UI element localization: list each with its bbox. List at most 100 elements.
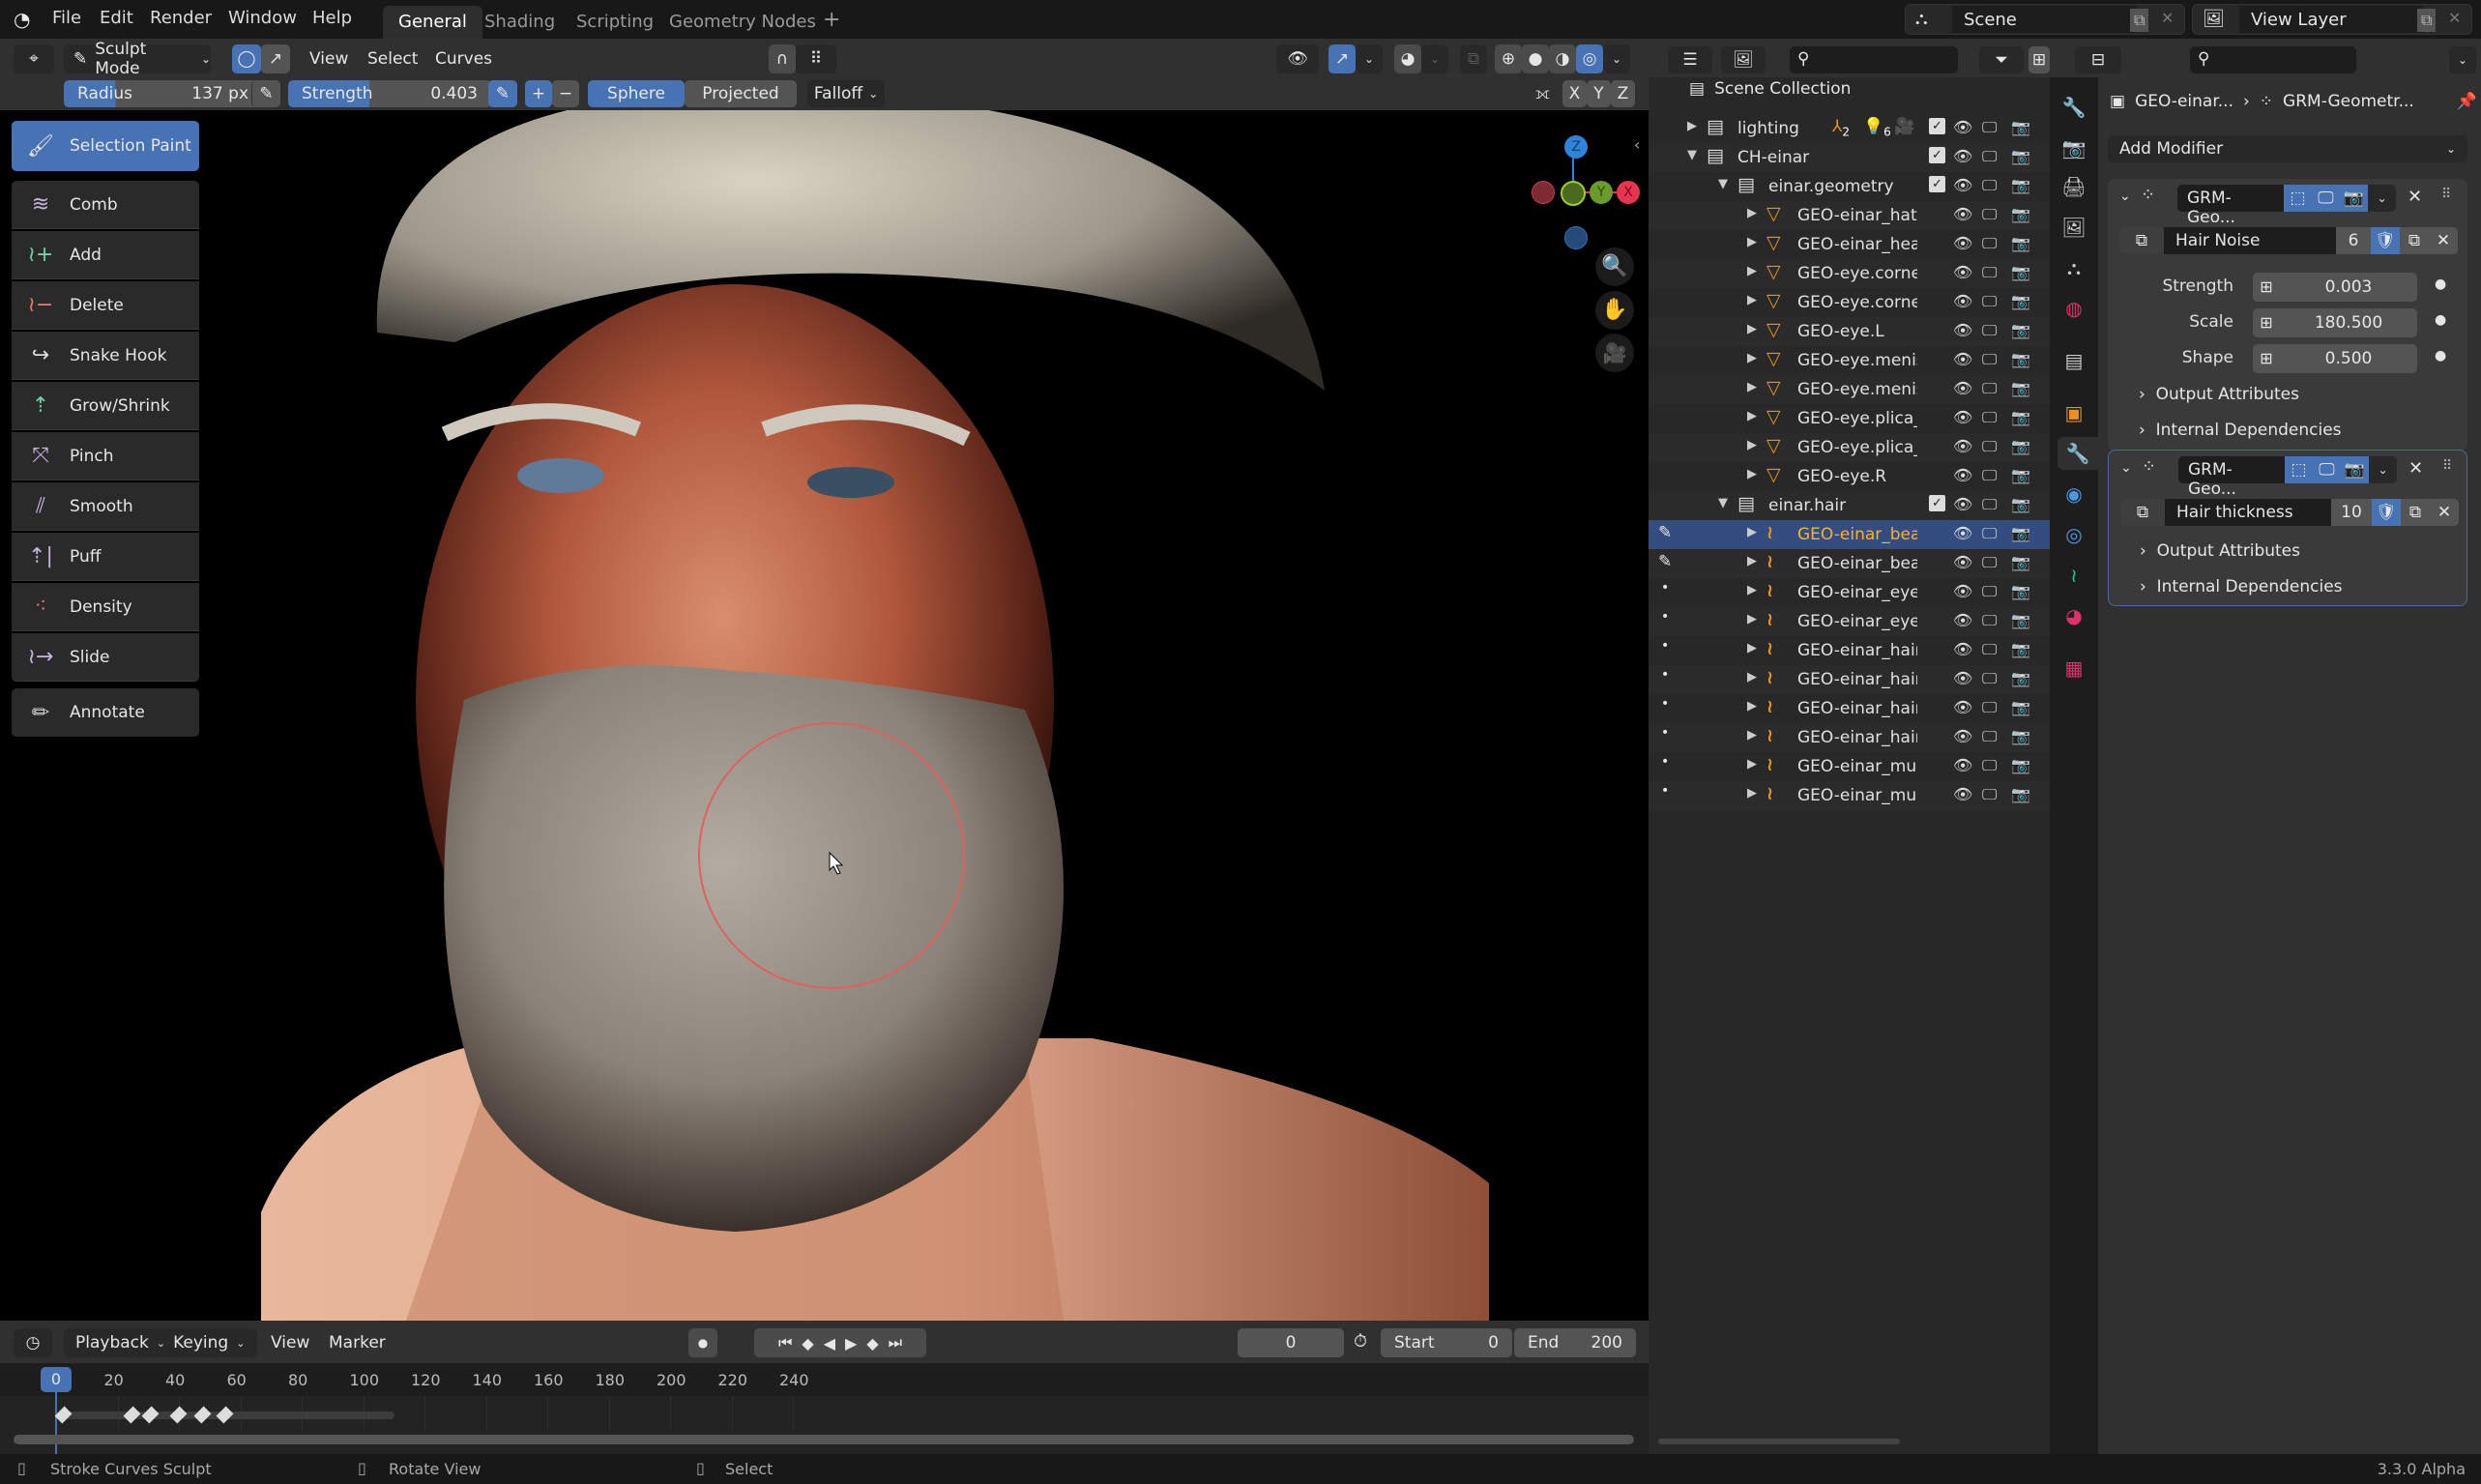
modifier-name-field[interactable]: GRM-Geo...: [2177, 185, 2284, 227]
exclude-checkbox[interactable]: ✓: [1929, 495, 1945, 511]
input-value-field[interactable]: 0.003: [2280, 273, 2417, 302]
snap-options-button[interactable]: ⠿: [796, 44, 836, 73]
eye-icon[interactable]: 👁: [1953, 292, 1972, 310]
tool-grow-shrink[interactable]: ⇡ Grow/Shrink: [12, 382, 199, 430]
eye-icon[interactable]: 👁: [1953, 785, 1972, 803]
scene-selector[interactable]: ⛬ Scene ⧉ ✕: [1905, 4, 2185, 35]
eye-icon[interactable]: 👁: [1953, 437, 1972, 455]
outliner-search-input[interactable]: ⚲: [1790, 46, 1958, 73]
eye-icon[interactable]: 👁: [1953, 553, 1972, 571]
tool-puff[interactable]: ⇡| Puff: [12, 533, 199, 581]
collapse-chevron-icon[interactable]: ⌄: [2119, 189, 2131, 204]
tab-output[interactable]: 🖨: [2058, 170, 2090, 203]
exclude-checkbox[interactable]: ✓: [1929, 176, 1945, 192]
internal-dependencies-subpanel[interactable]: › Internal Dependencies: [2139, 421, 2342, 440]
remove-modifier-icon[interactable]: ✕: [2408, 458, 2423, 479]
eye-icon[interactable]: 👁: [1953, 698, 1972, 716]
tab-view-layer[interactable]: 🖼: [2058, 211, 2090, 244]
unlink-node-group[interactable]: ✕: [2429, 227, 2458, 254]
gizmo-y-axis[interactable]: Y: [1590, 181, 1613, 204]
keyframe-dot-icon[interactable]: ●: [2435, 312, 2446, 328]
eye-icon[interactable]: 👁: [1953, 466, 1972, 484]
disclosure-collapsed-icon[interactable]: ▶: [1747, 409, 1757, 423]
disclosure-collapsed-icon[interactable]: ▶: [1747, 641, 1757, 655]
disclosure-collapsed-icon[interactable]: ▶: [1747, 322, 1757, 336]
camera-icon[interactable]: 📷: [2011, 379, 2030, 397]
node-group-users[interactable]: 10: [2331, 499, 2372, 526]
gizmo-toggle[interactable]: ↗: [1328, 44, 1356, 73]
mode-dot-icon[interactable]: •: [1661, 580, 1669, 596]
camera-icon[interactable]: 📷: [2011, 553, 2030, 571]
tab-shading[interactable]: Shading: [469, 6, 570, 39]
tab-object[interactable]: ▣: [2058, 396, 2090, 429]
outliner-row[interactable]: ▶ ▽ GEO-eye.plica_s 👁 🖵 📷: [1649, 433, 2050, 462]
new-collection-button[interactable]: ⊞: [2029, 46, 2050, 73]
duplicate-view-layer-icon[interactable]: ⧉: [2417, 9, 2437, 32]
gizmo-neg-x-axis[interactable]: [1532, 181, 1555, 204]
tab-world[interactable]: ◍: [2058, 292, 2090, 325]
camera-icon[interactable]: 📷: [2011, 640, 2030, 658]
sculpt-mode-icon[interactable]: ✎: [1658, 523, 1672, 542]
tab-particles[interactable]: ◉: [2058, 478, 2090, 510]
remove-modifier-icon[interactable]: ✕: [2408, 187, 2422, 207]
delete-view-layer-icon[interactable]: ✕: [2448, 9, 2461, 27]
disclosure-collapsed-icon[interactable]: ▶: [1747, 293, 1757, 307]
node-group-name[interactable]: Hair Noise: [2164, 227, 2336, 254]
tool-smooth[interactable]: ⫽ Smooth: [12, 482, 199, 531]
camera-icon[interactable]: 📷: [2011, 176, 2030, 194]
monitor-icon[interactable]: 🖵: [1982, 727, 1997, 746]
disclosure-collapsed-icon[interactable]: ▶: [1747, 554, 1757, 568]
menu-marker[interactable]: Marker: [329, 1333, 386, 1353]
menu-select[interactable]: Select: [367, 49, 418, 69]
outliner-row[interactable]: • ▶ ≀ GEO-einar_must 👁 🖵 📷: [1649, 781, 2050, 810]
eye-icon[interactable]: 👁: [1953, 495, 1972, 513]
disclosure-collapsed-icon[interactable]: ▶: [1747, 699, 1757, 713]
gizmo-options[interactable]: ⌄: [1356, 44, 1383, 73]
shading-wireframe[interactable]: ⊕: [1495, 44, 1522, 73]
outliner-scrollbar[interactable]: [1658, 1439, 1900, 1444]
monitor-icon[interactable]: 🖵: [1982, 205, 1997, 224]
outliner-row[interactable]: • ▶ ≀ GEO-einar_hair_ 👁 🖵 📷: [1649, 723, 2050, 752]
outliner-row[interactable]: ✎ ▶ ≀ GEO-einar_bear 👁 🖵 📷: [1649, 520, 2050, 549]
node-group-browse[interactable]: ⧉: [2120, 499, 2165, 526]
internal-dependencies-subpanel[interactable]: › Internal Dependencies: [2140, 577, 2343, 597]
viewport-toggle[interactable]: 🖵: [2312, 185, 2340, 212]
radius-pressure-toggle[interactable]: ✎: [251, 80, 280, 107]
start-frame-field[interactable]: Start 0: [1381, 1328, 1512, 1357]
tab-general[interactable]: General: [383, 6, 482, 39]
monitor-icon[interactable]: 🖵: [1982, 321, 1997, 340]
monitor-icon[interactable]: 🖵: [1982, 147, 1997, 166]
mirror-x-button[interactable]: X: [1562, 80, 1587, 107]
menu-render[interactable]: Render: [150, 8, 212, 28]
selection-mask-points-button[interactable]: ◯: [232, 44, 261, 73]
tool-pinch[interactable]: ⤧ Pinch: [12, 432, 199, 480]
camera-icon[interactable]: 📷: [2011, 727, 2030, 745]
direction-add-button[interactable]: +: [525, 80, 552, 107]
input-value-field[interactable]: 180.500: [2280, 308, 2417, 337]
tab-modifiers[interactable]: 🔧: [2058, 437, 2098, 470]
exclude-checkbox[interactable]: ✓: [1929, 118, 1945, 134]
monitor-icon[interactable]: 🖵: [1982, 263, 1997, 282]
disclosure-collapsed-icon[interactable]: ▶: [1687, 119, 1697, 133]
outliner-row[interactable]: ▶ ▽ GEO-einar_hat 👁 🖵 📷: [1649, 201, 2050, 230]
render-toggle[interactable]: 📷: [2341, 456, 2369, 483]
modifier-name-field[interactable]: GRM-Geo...: [2178, 456, 2285, 499]
properties-editor-type[interactable]: ⊟: [2075, 46, 2121, 73]
disclosure-expanded-icon[interactable]: ▼: [1718, 177, 1728, 191]
view-layer-selector[interactable]: 🖼 View Layer ⧉ ✕: [2192, 4, 2472, 35]
blender-logo-icon[interactable]: ◔: [14, 8, 30, 31]
tool-slide[interactable]: ≀→ Slide: [12, 633, 199, 682]
outliner-row[interactable]: • ▶ ≀ GEO-einar_hair 👁 🖵 📷: [1649, 636, 2050, 665]
outliner-row[interactable]: ▶ ▽ GEO-eye.L 👁 🖵 📷: [1649, 317, 2050, 346]
menu-view[interactable]: View: [309, 49, 348, 69]
outliner-row[interactable]: ▶ ▽ GEO-eye.menisc 👁 🖵 📷: [1649, 346, 2050, 375]
tab-render[interactable]: 📷: [2058, 131, 2090, 164]
attribute-toggle-icon[interactable]: ⊞: [2253, 344, 2280, 373]
properties-search-input[interactable]: ⚲: [2190, 46, 2356, 73]
pan-view-button[interactable]: ✋: [1595, 291, 1634, 330]
node-group-browse[interactable]: ⧉: [2119, 227, 2164, 254]
eye-icon[interactable]: 👁: [1953, 205, 1972, 223]
mode-dot-icon[interactable]: •: [1661, 638, 1669, 654]
menu-edit[interactable]: Edit: [100, 8, 133, 28]
eye-icon[interactable]: 👁: [1953, 321, 1972, 339]
